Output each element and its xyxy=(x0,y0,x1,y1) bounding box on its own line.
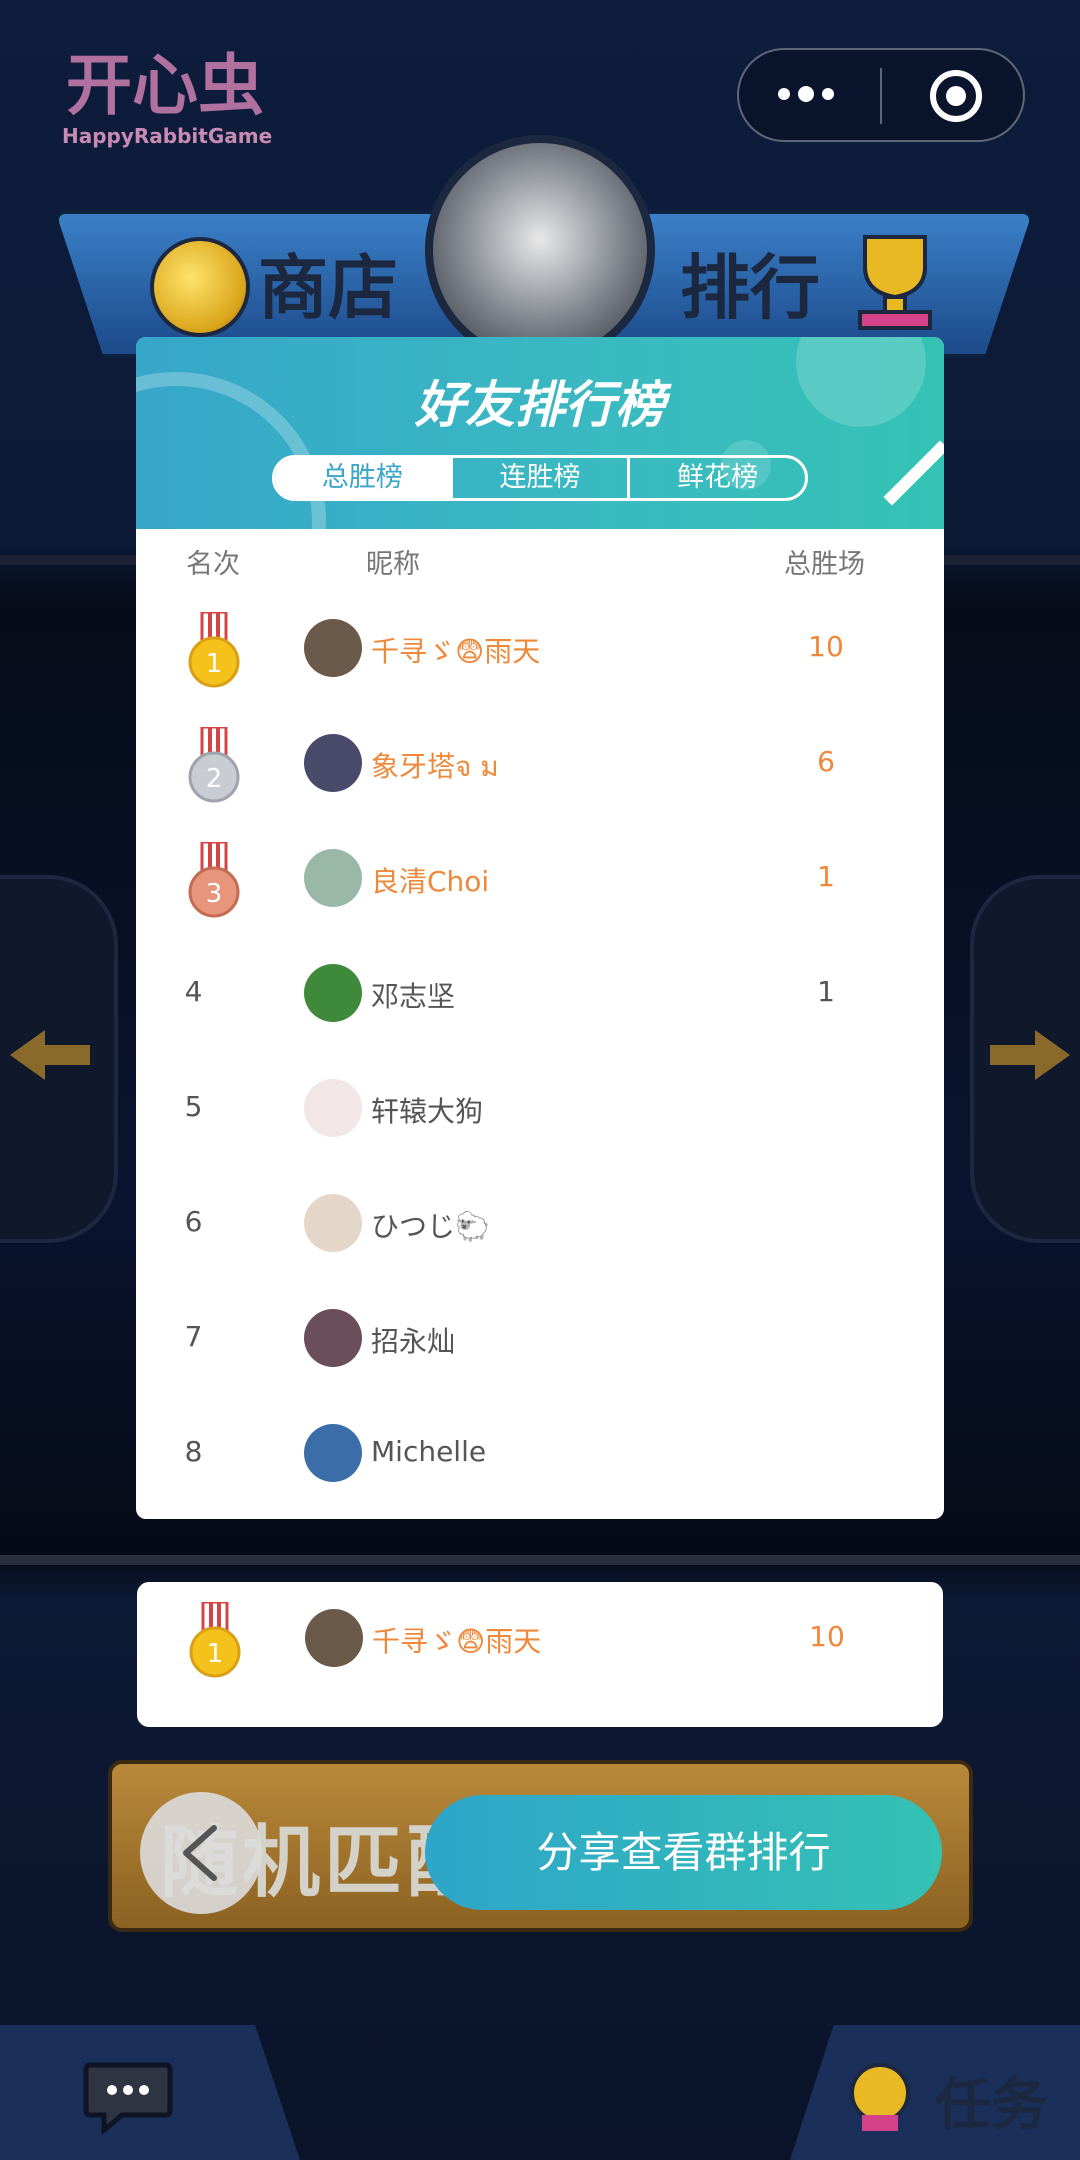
leaderboard-tabs: 总胜榜 连胜榜 鲜花榜 xyxy=(272,455,808,501)
svg-text:开心虫: 开心虫 xyxy=(66,47,264,124)
avatar[interactable] xyxy=(304,1194,362,1252)
avatar[interactable] xyxy=(304,849,362,907)
tab-total-wins[interactable]: 总胜榜 xyxy=(275,458,450,498)
rank-number: 6 xyxy=(184,1205,203,1238)
medal-rank: 2 xyxy=(206,764,223,794)
player-avatar[interactable] xyxy=(425,135,655,365)
share-group-ranking-button[interactable]: 分享查看群排行 xyxy=(425,1795,942,1910)
mission-tab[interactable]: 任务 xyxy=(935,2060,1047,2141)
leaderboard-row[interactable]: 6 ひつじ🐑 xyxy=(136,1167,944,1282)
nickname: 轩辕大狗 xyxy=(371,1095,484,1128)
nickname: 邓志坚 xyxy=(371,980,456,1013)
leaderboard-row[interactable]: 2 象牙塔จ ม 6 xyxy=(136,707,944,822)
ranking-tab[interactable]: 排行 xyxy=(680,232,820,333)
leaderboard-row[interactable]: 8 Michelle xyxy=(136,1397,944,1512)
my-rank-card: 1 千寻ゞ😨雨天 10 xyxy=(137,1582,943,1727)
medal-rank: 1 xyxy=(206,649,223,679)
friends-leaderboard-panel: 好友排行榜 总胜榜 连胜榜 鲜花榜 名次 昵称 总胜场 1 千寻ゞ😨雨天 10 2 象牙… xyxy=(136,337,944,1519)
shop-tab[interactable]: 商店 xyxy=(258,232,398,333)
nickname: 千寻ゞ😨雨天 xyxy=(371,635,541,668)
win-count: 1 xyxy=(817,860,835,893)
avatar[interactable] xyxy=(304,1309,362,1367)
leaderboard-title: 好友排行榜 xyxy=(415,376,665,434)
win-count: 1 xyxy=(817,975,835,1008)
chat-icon[interactable] xyxy=(82,2060,174,2135)
back-button[interactable] xyxy=(140,1792,262,1914)
gold-medal-icon: 1 xyxy=(188,612,240,688)
arrow-right-icon[interactable] xyxy=(990,1030,1070,1080)
rank-number: 5 xyxy=(184,1090,203,1123)
mission-medal-icon xyxy=(850,2063,910,2131)
trophy-icon xyxy=(858,235,932,330)
nickname: 千寻ゞ😨雨天 xyxy=(372,1625,542,1658)
column-header-nickname: 昵称 xyxy=(366,549,420,580)
leaderboard-row[interactable]: 4 邓志坚 1 xyxy=(136,937,944,1052)
my-rank-row: 1 千寻ゞ😨雨天 10 xyxy=(137,1582,945,1697)
silver-medal-icon: 2 xyxy=(188,727,240,803)
win-count: 10 xyxy=(809,1620,845,1653)
coin-icon xyxy=(150,237,250,337)
leaderboard-row[interactable]: 1 千寻ゞ😨雨天 10 xyxy=(136,592,944,707)
nickname: 良清Choi xyxy=(371,865,490,898)
column-header-wins: 总胜场 xyxy=(784,549,865,580)
column-header-rank: 名次 xyxy=(186,549,240,580)
logo-text: HappyRabbitGame xyxy=(62,124,273,148)
avatar[interactable] xyxy=(304,1424,362,1482)
medal-rank: 1 xyxy=(207,1639,224,1669)
tab-flowers[interactable]: 鲜花榜 xyxy=(627,458,805,498)
arrow-left-icon[interactable] xyxy=(10,1030,90,1080)
tab-win-streak[interactable]: 连胜榜 xyxy=(449,458,628,498)
capsule-divider xyxy=(880,68,882,124)
nickname: 象牙塔จ ม xyxy=(371,750,499,783)
more-dots-icon[interactable] xyxy=(776,74,836,114)
win-count: 10 xyxy=(808,630,844,663)
header-decoration xyxy=(883,440,944,506)
avatar[interactable] xyxy=(305,1609,363,1667)
gold-medal-icon: 1 xyxy=(189,1602,241,1678)
nickname: Michelle xyxy=(371,1435,487,1468)
leaderboard-row[interactable]: 3 良清Choi 1 xyxy=(136,822,944,937)
bronze-medal-icon: 3 xyxy=(188,842,240,918)
avatar[interactable] xyxy=(304,734,362,792)
background-divider xyxy=(0,1555,1080,1565)
target-circle-icon[interactable] xyxy=(928,68,984,124)
avatar[interactable] xyxy=(304,1079,362,1137)
leaderboard-header: 好友排行榜 总胜榜 连胜榜 鲜花榜 xyxy=(136,337,944,672)
medal-rank: 3 xyxy=(206,879,223,909)
avatar[interactable] xyxy=(304,964,362,1022)
rank-number: 7 xyxy=(184,1320,203,1353)
nickname: 招永灿 xyxy=(371,1325,456,1358)
nickname: ひつじ🐑 xyxy=(371,1210,490,1243)
rank-number: 8 xyxy=(184,1435,203,1468)
leaderboard-row[interactable]: 5 轩辕大狗 xyxy=(136,1052,944,1167)
win-count: 6 xyxy=(817,745,835,778)
avatar[interactable] xyxy=(304,619,362,677)
leaderboard-row[interactable]: 7 招永灿 xyxy=(136,1282,944,1397)
rank-number: 4 xyxy=(184,975,203,1008)
chevron-left-icon xyxy=(183,1825,217,1881)
